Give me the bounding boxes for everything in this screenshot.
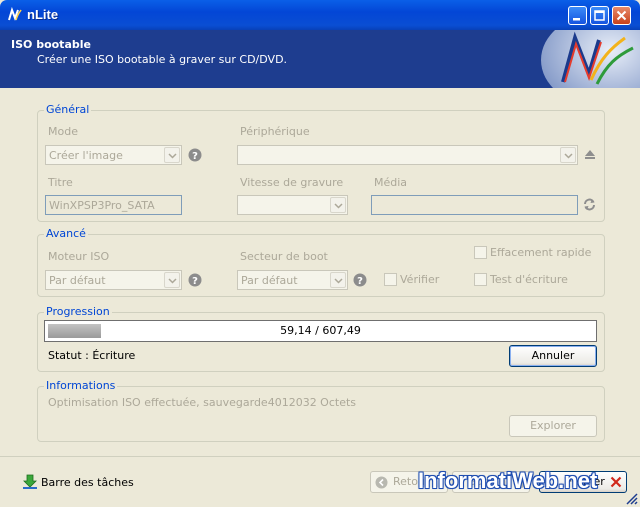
maximize-icon	[594, 10, 605, 21]
verify-checkbox[interactable]	[384, 273, 397, 286]
nlite-logo-icon	[541, 30, 640, 88]
cancel-button[interactable]: Annuler	[509, 345, 597, 367]
chevron-down-icon	[564, 153, 573, 159]
help-icon[interactable]: ?	[188, 273, 202, 287]
page-subtitle: Créer une ISO bootable à graver sur CD/D…	[37, 53, 288, 66]
progress-text: 59,14 / 607,49	[280, 324, 361, 337]
chevron-down-icon	[168, 278, 177, 284]
mode-label: Mode	[48, 125, 78, 138]
speed-label: Vitesse de gravure	[240, 176, 344, 189]
title-input[interactable]: WinXPSP3Pro_SATA	[45, 195, 182, 215]
boot-sector-combobox[interactable]: Par défaut	[237, 270, 348, 290]
nlite-window: nLite ISO bootable Créer une ISO bootabl…	[0, 0, 640, 507]
iso-engine-value: Par défaut	[49, 274, 106, 287]
iso-engine-combobox[interactable]: Par défaut	[45, 270, 182, 290]
mode-value: Créer l'image	[49, 149, 123, 162]
title-bar[interactable]: nLite	[0, 0, 640, 30]
close-icon	[616, 10, 627, 21]
verify-label: Vérifier	[400, 273, 440, 286]
iso-engine-label: Moteur ISO	[48, 250, 110, 263]
svg-text:?: ?	[192, 276, 198, 287]
mode-combobox[interactable]: Créer l'image	[45, 145, 182, 165]
device-dropdown-button[interactable]	[560, 147, 576, 163]
help-icon[interactable]: ?	[188, 148, 202, 162]
boot-sector-dropdown-button[interactable]	[330, 272, 346, 288]
download-arrow-icon	[23, 474, 37, 489]
device-label: Périphérique	[240, 125, 310, 138]
status-text: Statut : Écriture	[48, 349, 136, 362]
chevron-down-icon	[334, 278, 343, 284]
info-legend: Informations	[44, 379, 118, 392]
window-title: nLite	[27, 7, 59, 22]
mode-dropdown-button[interactable]	[164, 147, 180, 163]
info-text: Optimisation ISO effectuée, sauvegarde40…	[48, 396, 357, 409]
write-test-label: Test d'écriture	[490, 273, 568, 286]
svg-text:?: ?	[357, 276, 363, 287]
page-title: ISO bootable	[11, 38, 91, 51]
minimize-button[interactable]	[568, 6, 587, 25]
write-test-checkbox[interactable]	[474, 273, 487, 286]
progress-bar: 59,14 / 607,49	[44, 320, 597, 342]
progress-legend: Progression	[44, 305, 112, 318]
maximize-button[interactable]	[590, 6, 609, 25]
general-legend: Général	[44, 103, 92, 116]
speed-dropdown-button[interactable]	[330, 197, 346, 213]
close-x-icon	[610, 476, 622, 488]
refresh-icon[interactable]	[582, 197, 597, 212]
speed-combobox[interactable]	[237, 195, 348, 215]
chevron-down-icon	[168, 153, 177, 159]
media-label: Média	[374, 176, 408, 189]
explore-button[interactable]: Explorer	[509, 415, 597, 437]
chevron-down-icon	[334, 203, 343, 209]
minimize-icon	[573, 18, 580, 21]
quick-erase-checkbox[interactable]	[474, 246, 487, 259]
media-input[interactable]	[371, 195, 578, 215]
resize-grip-icon[interactable]	[624, 491, 638, 505]
quick-erase-label: Effacement rapide	[490, 246, 592, 259]
taskbar-label: Barre des tâches	[41, 476, 134, 489]
eject-drive-icon[interactable]	[583, 147, 597, 161]
device-combobox[interactable]	[237, 145, 578, 165]
title-label: Titre	[48, 176, 73, 189]
help-icon[interactable]: ?	[353, 273, 367, 287]
footer-divider	[0, 456, 640, 457]
boot-sector-value: Par défaut	[241, 274, 298, 287]
svg-text:?: ?	[192, 151, 198, 162]
title-value: WinXPSP3Pro_SATA	[49, 199, 155, 212]
advanced-legend: Avancé	[44, 227, 88, 240]
arrow-left-icon	[375, 476, 388, 489]
nlite-app-icon	[8, 7, 22, 21]
watermark-text: InformatiWeb.net	[418, 468, 598, 493]
iso-engine-dropdown-button[interactable]	[164, 272, 180, 288]
close-window-button[interactable]	[612, 6, 631, 25]
boot-sector-label: Secteur de boot	[240, 250, 328, 263]
